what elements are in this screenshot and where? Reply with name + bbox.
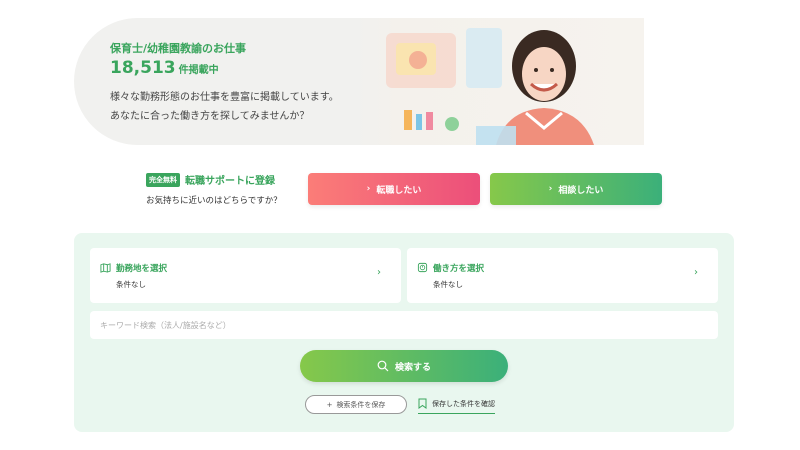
hero-banner: 保育士/幼稚園教諭のお仕事 18,513 件掲載中 様々な勤務形態のお仕事を豊富… [74, 18, 644, 145]
chevron-right-icon: › [694, 267, 698, 278]
support-register: 完全無料 転職サポートに登録 お気持ちに近いのはどちらですか？ [146, 172, 306, 206]
free-badge: 完全無料 [146, 172, 180, 187]
hero-description: 様々な勤務形態のお仕事を豊富に掲載しています。 あなたに合った働き方を探してみま… [110, 88, 339, 126]
change-job-button[interactable]: › 転職したい [308, 173, 480, 205]
job-count: 18,513 件掲載中 [110, 58, 219, 78]
saved-conditions-link[interactable]: 保存した条件を確認 [418, 395, 495, 414]
keyword-search-input[interactable] [90, 311, 718, 339]
save-conditions-label: 検索条件を保存 [336, 400, 386, 409]
job-count-number: 18,513 [110, 58, 176, 78]
support-register-link[interactable]: 転職サポートに登録 [185, 172, 275, 187]
job-count-suffix: 件掲載中 [178, 65, 219, 76]
bookmark-icon [418, 398, 427, 409]
location-select-value: 条件なし [116, 280, 146, 289]
map-icon [100, 263, 111, 273]
chevron-right-icon: › [377, 267, 381, 278]
chevron-right-icon: › [548, 184, 553, 194]
hero-desc-line: 様々な勤務形態のお仕事を豊富に掲載しています。 [110, 92, 339, 103]
search-button-label: 検索する [394, 362, 431, 373]
search-button[interactable]: 検索する [300, 350, 508, 382]
save-conditions-button[interactable]: + 検索条件を保存 [305, 395, 407, 414]
location-select[interactable]: 勤務地を選択 条件なし › [90, 248, 401, 303]
workstyle-select-value: 条件なし [433, 280, 463, 289]
support-question: お気持ちに近いのはどちらですか？ [146, 196, 282, 206]
workstyle-select[interactable]: 働き方を選択 条件なし › [407, 248, 718, 303]
hero-desc-line: あなたに合った働き方を探してみませんか？ [110, 111, 310, 122]
search-panel: 勤務地を選択 条件なし › 働き方を選択 条件なし › 検索する + 検索条件を… [74, 233, 734, 432]
workstyle-select-label: 働き方を選択 [433, 264, 485, 274]
plus-icon: + [326, 400, 333, 409]
consult-label: 相談したい [558, 185, 604, 196]
search-icon [377, 360, 389, 372]
change-job-label: 転職したい [376, 185, 422, 196]
support-header: 完全無料 転職サポートに登録 [146, 172, 306, 187]
clock-icon [417, 262, 428, 273]
hero-photo [356, 18, 644, 145]
hero-photo-illustration [386, 28, 594, 145]
location-select-label: 勤務地を選択 [116, 264, 168, 274]
consult-button[interactable]: › 相談したい [490, 173, 662, 205]
saved-conditions-label: 保存した条件を確認 [432, 399, 495, 408]
chevron-right-icon: › [366, 184, 371, 194]
hero-title: 保育士/幼稚園教諭のお仕事 [110, 42, 247, 55]
